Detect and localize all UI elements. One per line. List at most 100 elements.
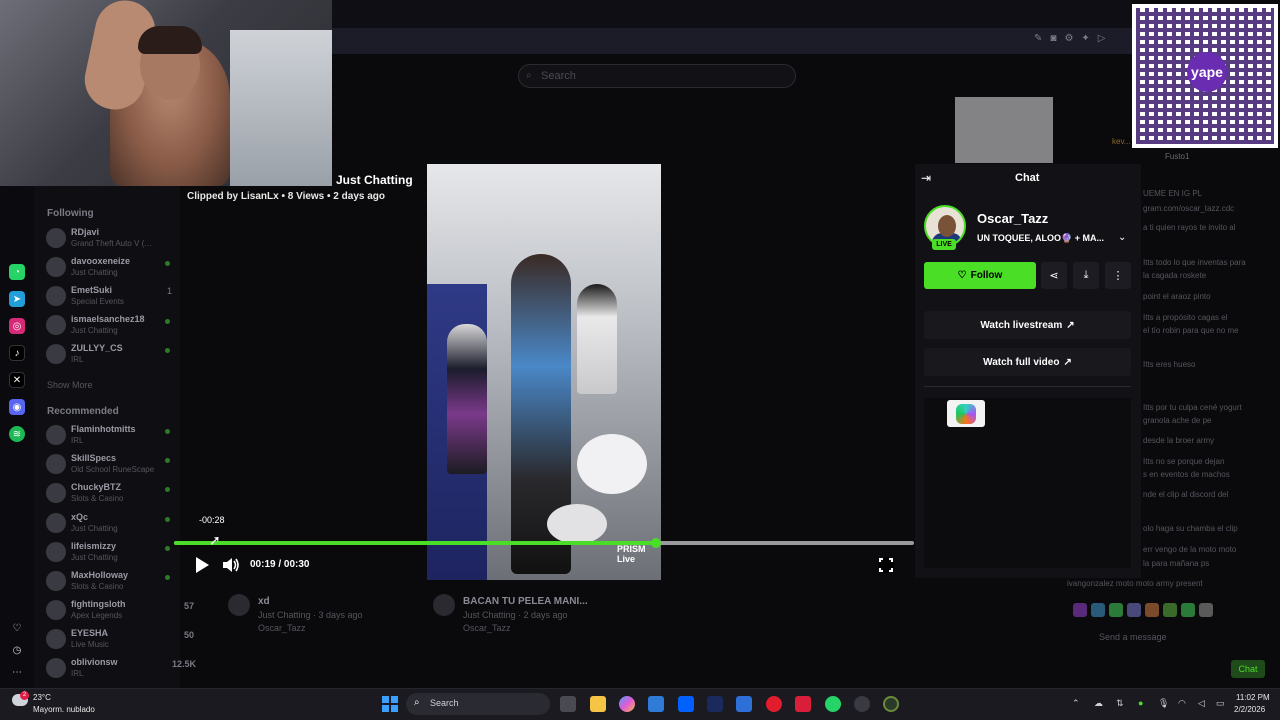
edit-icon[interactable]: ✎ — [1034, 33, 1042, 44]
whatsapp-icon[interactable] — [825, 696, 841, 712]
spotify-icon[interactable]: ≋ — [9, 426, 25, 442]
sidebar-channel[interactable]: SkillSpecs Old School RuneScape — [44, 452, 176, 478]
avatar — [46, 658, 66, 678]
yape-logo: yape — [1187, 52, 1227, 92]
sidebar-channel[interactable]: ZULLYY_CS IRL — [44, 342, 176, 368]
volume-icon[interactable] — [222, 557, 240, 573]
watch-livestream-button[interactable]: Watch livestream ↗ — [924, 311, 1131, 339]
play-icon[interactable] — [194, 556, 210, 574]
sidebar-channel[interactable]: lifeismizzy Just Chatting — [44, 540, 176, 566]
time-display: 00:19 / 00:30 — [250, 559, 310, 570]
watch-full-video-button[interactable]: Watch full video ↗ — [924, 348, 1131, 376]
download-button[interactable]: ⤓ — [1073, 262, 1099, 289]
channel-category: Slots & Casino — [71, 494, 124, 503]
outlook-icon[interactable] — [736, 696, 752, 712]
chevron-down-icon[interactable]: ⌄ — [1118, 232, 1126, 243]
show-more-link[interactable]: Show More — [47, 380, 93, 390]
live-dot — [165, 487, 170, 492]
app-icon[interactable] — [883, 696, 899, 712]
chat-send-button[interactable]: Chat — [1231, 660, 1265, 678]
app-tray-icon[interactable]: ● — [1138, 698, 1143, 708]
channel-category: IRL — [71, 436, 84, 445]
channel-name: davooxeneize — [71, 256, 131, 266]
avatar — [46, 571, 66, 591]
windows-taskbar — [0, 688, 1280, 720]
share-button[interactable]: ⋖ — [1041, 262, 1067, 289]
more-options-button[interactable]: ⋮ — [1105, 262, 1131, 289]
sidebar-channel[interactable]: Flaminhotmitts IRL — [44, 423, 176, 449]
settings-icon[interactable]: ⚙ — [1064, 33, 1073, 44]
video-frame[interactable]: PRISM Live — [427, 164, 661, 580]
sidebar-channel[interactable]: fightingsloth Apex Legends — [44, 598, 176, 624]
search-input[interactable]: Search — [518, 64, 796, 88]
weather-description[interactable]: Mayorm. nublado — [33, 705, 95, 714]
opera-icon[interactable] — [766, 696, 782, 712]
sidebar-channel[interactable]: RDjavi Grand Theft Auto V (… — [44, 226, 176, 252]
sidebar-channel[interactable]: ChuckyBTZ Slots & Casino — [44, 481, 176, 507]
clip-title[interactable]: BACAN TU PELEA MANI... — [463, 596, 588, 607]
sidebar-channel[interactable]: oblivionsw IRL — [44, 656, 176, 682]
windows-start-icon[interactable] — [382, 696, 398, 712]
channel-category: Special Events — [71, 297, 124, 306]
extension-icon[interactable]: ✦ — [1081, 33, 1089, 44]
app-icon[interactable] — [854, 696, 870, 712]
vivaldi-icon[interactable] — [795, 696, 811, 712]
more-icon[interactable]: ⋯ — [9, 664, 25, 680]
discord-icon[interactable]: ◉ — [9, 399, 25, 415]
clip-meta: Just Chatting · 2 days ago — [463, 610, 568, 620]
avatar — [46, 315, 66, 335]
avatar — [46, 425, 66, 445]
streamer-name[interactable]: Oscar_Tazz — [977, 211, 1048, 226]
fullscreen-icon[interactable] — [878, 557, 894, 573]
onedrive-icon[interactable]: ☁ — [1094, 698, 1103, 709]
viewer-count: 1 — [166, 286, 172, 296]
divider — [924, 386, 1131, 387]
heart-icon[interactable]: ♡ — [9, 620, 25, 636]
network-icon[interactable]: ⇅ — [1116, 698, 1124, 709]
clip-title[interactable]: xd — [258, 596, 270, 607]
video-sink — [577, 434, 647, 494]
chat-line: Itts eres hueso — [1143, 360, 1196, 369]
x-icon[interactable]: ✕ — [9, 372, 25, 388]
chat-message-input[interactable]: Send a message — [1073, 628, 1263, 648]
sidebar-channel[interactable]: xQc Just Chatting — [44, 511, 176, 537]
instagram-icon[interactable]: ◎ — [9, 318, 25, 334]
history-icon[interactable]: ◷ — [9, 642, 25, 658]
chat-line: nde el clip al discord del — [1143, 490, 1229, 499]
collapse-panel-icon[interactable]: ⇥ — [921, 171, 931, 185]
clock-date[interactable]: 2/2/2026 — [1234, 705, 1265, 714]
viewer-count: 50 — [184, 630, 195, 640]
clip-category[interactable]: Just Chatting — [336, 173, 413, 187]
editor-icon[interactable] — [707, 696, 723, 712]
whatsapp-icon[interactable]: ◔ — [9, 264, 25, 280]
copilot-icon[interactable] — [619, 696, 635, 712]
camera-icon[interactable]: ◙ — [1050, 33, 1056, 44]
dropbox-icon[interactable] — [678, 696, 694, 712]
sidebar-channel[interactable]: EmetSuki Special Events 1 — [44, 284, 176, 310]
speaker-icon[interactable]: ◁ — [1198, 698, 1205, 709]
seek-handle[interactable] — [650, 538, 661, 548]
chevron-up-icon[interactable]: ⌃ — [1072, 698, 1080, 709]
heart-icon: ♡ — [957, 270, 967, 281]
battery-icon[interactable]: ▭ — [1216, 698, 1225, 709]
chat-line: granola ache de pe — [1143, 416, 1212, 425]
sidebar-channel[interactable]: davooxeneize Just Chatting — [44, 255, 176, 281]
app-launcher-icon[interactable] — [947, 400, 985, 427]
sidebar-channel[interactable]: ismaelsanchez18 Just Chatting — [44, 313, 176, 339]
taskbar-search[interactable] — [406, 693, 550, 715]
sidebar-channel[interactable]: EYESHA Live Music — [44, 627, 176, 653]
file-explorer-icon[interactable] — [590, 696, 606, 712]
forward-icon[interactable]: ▷ — [1098, 33, 1106, 44]
weather-temperature[interactable]: 23°C — [33, 693, 51, 702]
store-icon[interactable] — [648, 696, 664, 712]
channel-name: ZULLYY_CS — [71, 343, 123, 353]
tiktok-icon[interactable]: ♪ — [9, 345, 25, 361]
follow-button[interactable]: ♡ Follow — [924, 262, 1036, 289]
toolbar-icons: ✎ ◙ ⚙ ✦ ▷ — [1034, 33, 1106, 44]
wifi-icon[interactable]: ◠ — [1178, 698, 1186, 709]
telegram-icon[interactable]: ➤ — [9, 291, 25, 307]
clock-time[interactable]: 11:02 PM — [1236, 693, 1270, 702]
sidebar-channel[interactable]: MaxHolloway Slots & Casino — [44, 569, 176, 595]
task-view-icon[interactable] — [560, 696, 576, 712]
microphone-icon[interactable]: 🎙 — [1158, 698, 1169, 709]
